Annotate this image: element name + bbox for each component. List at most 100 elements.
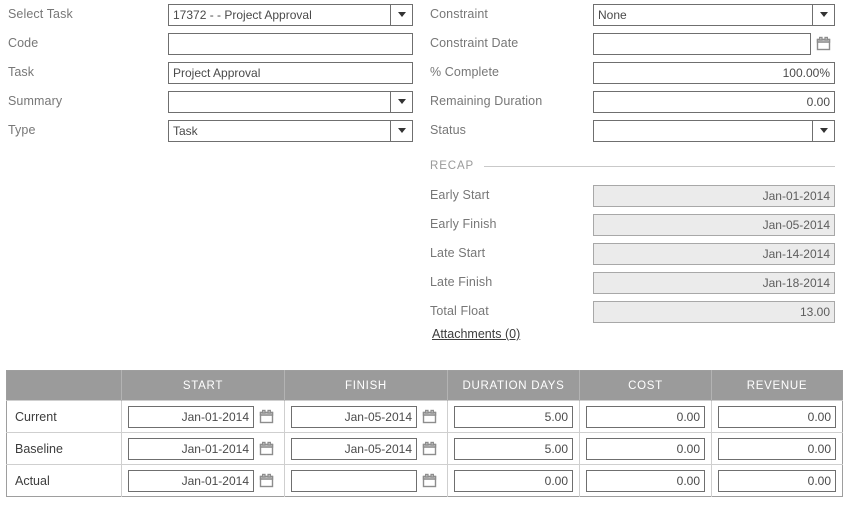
constraint-date-input[interactable]: [593, 32, 811, 55]
summary-dropdown-button[interactable]: [391, 90, 413, 113]
current-finish-input[interactable]: Jan-05-2014: [291, 405, 417, 428]
remaining-duration-input[interactable]: 0.00: [593, 90, 835, 113]
cell-baseline-finish: Jan-05-2014: [284, 432, 448, 465]
recap-divider: [484, 165, 835, 167]
form-row-remaining-duration: Remaining Duration 0.00: [430, 87, 835, 116]
label-total-float: Total Float: [430, 304, 489, 319]
select-task-dropdown-button[interactable]: [391, 3, 413, 26]
label-status: Status: [430, 123, 467, 138]
current-cost-input[interactable]: 0.00: [586, 405, 705, 428]
baseline-cost-wrap: 0.00: [586, 437, 705, 460]
constraint-input[interactable]: None: [593, 3, 813, 26]
actual-start-date-picker-button[interactable]: [254, 473, 278, 488]
baseline-finish-date-picker-button[interactable]: [417, 441, 441, 456]
attachments-link[interactable]: Attachments (0): [432, 327, 520, 341]
percent-complete-input[interactable]: 100.00%: [593, 61, 835, 84]
cell-actual-duration: 0.00: [447, 464, 580, 497]
summary-input[interactable]: [168, 90, 391, 113]
chevron-down-icon: [397, 12, 406, 17]
form-row-status: Status: [430, 116, 835, 145]
actual-cost-input[interactable]: 0.00: [586, 469, 705, 492]
column-header-duration: DURATION DAYS: [447, 370, 580, 401]
current-start-wrap: Jan-01-2014: [128, 405, 278, 428]
cell-baseline-start: Jan-01-2014: [121, 432, 285, 465]
cell-current-duration: 5.00: [447, 400, 580, 433]
baseline-revenue-input[interactable]: 0.00: [718, 437, 836, 460]
recap-title: RECAP: [430, 160, 475, 172]
column-header-revenue: REVENUE: [711, 370, 843, 401]
calendar-icon: [422, 473, 436, 488]
schedule-table-body: Current Jan-01-2014 Jan-05-2014 5.00 0.0…: [6, 400, 843, 497]
current-finish-date-picker-button[interactable]: [417, 409, 441, 424]
actual-finish-date-picker-button[interactable]: [417, 473, 441, 488]
label-early-start: Early Start: [430, 188, 490, 203]
label-constraint-date: Constraint Date: [430, 36, 519, 51]
form-row-early-finish: Early Finish Jan-05-2014: [430, 210, 835, 239]
table-row: Current Jan-01-2014 Jan-05-2014 5.00 0.0…: [6, 400, 843, 433]
early-start-value: Jan-01-2014: [593, 184, 835, 207]
calendar-icon: [422, 441, 436, 456]
form-row-late-start: Late Start Jan-14-2014: [430, 239, 835, 268]
control-constraint: None: [593, 3, 835, 26]
code-input[interactable]: [168, 32, 413, 55]
cell-current-finish: Jan-05-2014: [284, 400, 448, 433]
early-finish-value: Jan-05-2014: [593, 213, 835, 236]
current-start-input[interactable]: Jan-01-2014: [128, 405, 254, 428]
schedule-table: START FINISH DURATION DAYS COST REVENUE …: [6, 370, 843, 497]
calendar-icon: [422, 409, 436, 424]
control-late-start: Jan-14-2014: [593, 242, 835, 265]
total-float-value: 13.00: [593, 300, 835, 323]
actual-cost-wrap: 0.00: [586, 469, 705, 492]
schedule-table-head: START FINISH DURATION DAYS COST REVENUE: [6, 370, 843, 401]
type-input[interactable]: Task: [168, 119, 391, 142]
table-row: Actual Jan-01-2014 0.00 0.00 0.00: [6, 464, 843, 497]
task-detail-left-column: Select Task 17372 - - Project Approval C…: [8, 0, 413, 145]
current-duration-input[interactable]: 5.00: [454, 405, 573, 428]
baseline-start-input[interactable]: Jan-01-2014: [128, 437, 254, 460]
cell-actual-finish: [284, 464, 448, 497]
cell-actual-cost: 0.00: [579, 464, 712, 497]
label-remaining-duration: Remaining Duration: [430, 94, 543, 109]
control-total-float: 13.00: [593, 300, 835, 323]
actual-start-wrap: Jan-01-2014: [128, 469, 278, 492]
table-header-row: START FINISH DURATION DAYS COST REVENUE: [6, 370, 843, 401]
calendar-icon: [259, 441, 273, 456]
status-input[interactable]: [593, 119, 813, 142]
label-late-start: Late Start: [430, 246, 486, 261]
recap-section-header: RECAP: [430, 157, 835, 175]
baseline-duration-input[interactable]: 5.00: [454, 437, 573, 460]
form-row-early-start: Early Start Jan-01-2014: [430, 181, 835, 210]
chevron-down-icon: [397, 128, 406, 133]
constraint-date-picker-button[interactable]: [811, 33, 835, 55]
baseline-start-wrap: Jan-01-2014: [128, 437, 278, 460]
control-early-start: Jan-01-2014: [593, 184, 835, 207]
actual-duration-input[interactable]: 0.00: [454, 469, 573, 492]
cell-actual-revenue: 0.00: [711, 464, 843, 497]
form-row-task: Task Project Approval: [8, 58, 413, 87]
form-row-code: Code: [8, 29, 413, 58]
type-dropdown-button[interactable]: [391, 119, 413, 142]
late-start-value: Jan-14-2014: [593, 242, 835, 265]
baseline-start-date-picker-button[interactable]: [254, 441, 278, 456]
calendar-icon: [816, 36, 830, 51]
actual-revenue-input[interactable]: 0.00: [718, 469, 836, 492]
baseline-finish-input[interactable]: Jan-05-2014: [291, 437, 417, 460]
label-constraint: Constraint: [430, 7, 488, 22]
label-late-finish: Late Finish: [430, 275, 493, 290]
control-select-task: 17372 - - Project Approval: [168, 3, 413, 26]
constraint-dropdown-button[interactable]: [813, 3, 835, 26]
control-code: [168, 32, 413, 55]
baseline-cost-input[interactable]: 0.00: [586, 437, 705, 460]
row-label-baseline: Baseline: [6, 432, 122, 465]
control-constraint-date: [593, 32, 835, 55]
label-code: Code: [8, 36, 39, 51]
select-task-input[interactable]: 17372 - - Project Approval: [168, 3, 391, 26]
current-revenue-input[interactable]: 0.00: [718, 405, 836, 428]
status-dropdown-button[interactable]: [813, 119, 835, 142]
actual-finish-input[interactable]: [291, 469, 417, 492]
actual-start-input[interactable]: Jan-01-2014: [128, 469, 254, 492]
task-input[interactable]: Project Approval: [168, 61, 413, 84]
cell-current-revenue: 0.00: [711, 400, 843, 433]
late-finish-value: Jan-18-2014: [593, 271, 835, 294]
current-start-date-picker-button[interactable]: [254, 409, 278, 424]
